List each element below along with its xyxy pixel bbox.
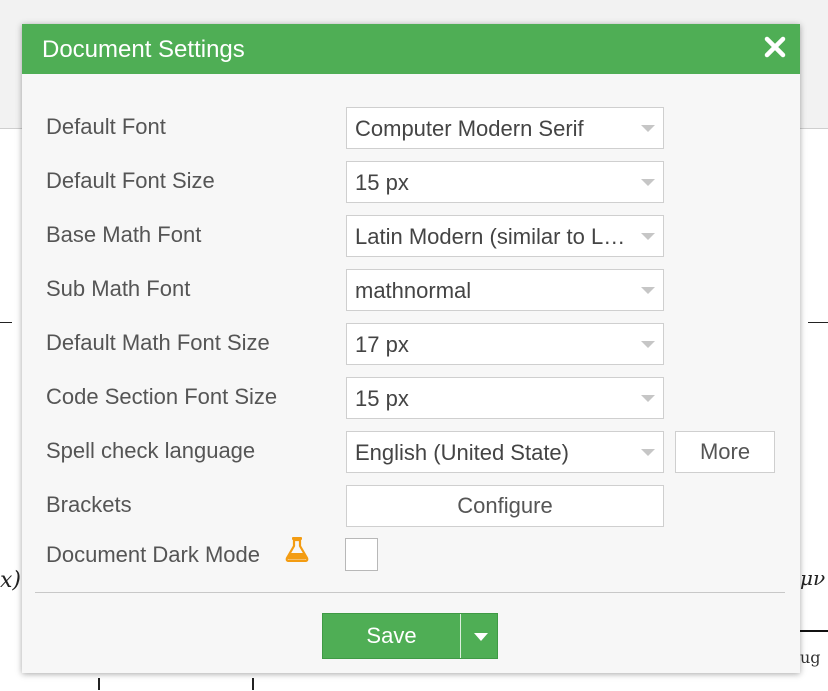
code-section-font-size-select[interactable]: 15 px	[346, 377, 664, 419]
default-font-label: Default Font	[46, 114, 166, 139]
background-math-fragment-right: μν	[800, 566, 826, 590]
brackets-configure-button[interactable]: Configure	[346, 485, 664, 527]
default-font-size-value: 15 px	[355, 170, 409, 195]
default-font-select[interactable]: Computer Modern Serif	[346, 107, 664, 149]
chevron-down-icon	[641, 179, 655, 186]
document-dark-mode-checkbox[interactable]	[345, 538, 378, 571]
chevron-down-icon	[641, 233, 655, 240]
background-math-fragment: x)	[0, 568, 21, 593]
background-rule-left	[0, 322, 12, 323]
default-math-font-size-label: Default Math Font Size	[46, 330, 270, 355]
default-font-size-label: Default Font Size	[46, 168, 215, 193]
default-math-font-size-select[interactable]: 17 px	[346, 323, 664, 365]
code-section-font-size-label: Code Section Font Size	[46, 384, 278, 409]
dialog-title: Document Settings	[42, 36, 245, 63]
spell-check-language-label: Spell check language	[46, 438, 256, 463]
close-icon[interactable]	[762, 34, 788, 60]
chevron-down-icon	[641, 125, 655, 132]
spell-check-more-button[interactable]: More	[675, 431, 775, 473]
base-math-font-select[interactable]: Latin Modern (similar to L…	[346, 215, 664, 257]
chevron-down-icon	[641, 341, 655, 348]
background-text-fragment: ug	[800, 648, 821, 667]
document-dark-mode-label: Document Dark Mode	[46, 542, 260, 567]
caret-down-icon	[474, 633, 488, 641]
sub-math-font-value: mathnormal	[355, 278, 472, 303]
spell-check-language-select[interactable]: English (United State)	[346, 431, 664, 473]
divider	[35, 592, 785, 593]
code-section-font-size-value: 15 px	[355, 386, 409, 411]
spell-check-language-value: English (United State)	[355, 440, 569, 465]
default-font-value: Computer Modern Serif	[355, 116, 584, 141]
brackets-label: Brackets	[46, 492, 132, 517]
default-math-font-size-value: 17 px	[355, 332, 409, 357]
save-button-group: Save	[322, 613, 498, 659]
background-rule-right	[808, 322, 828, 323]
chevron-down-icon	[641, 395, 655, 402]
background-tick	[98, 678, 100, 690]
save-options-dropdown-button[interactable]	[461, 614, 497, 658]
chevron-down-icon	[641, 287, 655, 294]
default-font-size-select[interactable]: 15 px	[346, 161, 664, 203]
sub-math-font-select[interactable]: mathnormal	[346, 269, 664, 311]
dialog-header: Document Settings	[22, 24, 800, 74]
document-settings-dialog: Document Settings Default Font Computer …	[22, 24, 800, 673]
sub-math-font-label: Sub Math Font	[46, 276, 191, 301]
base-math-font-value: Latin Modern (similar to L…	[355, 224, 626, 249]
flask-icon	[285, 536, 309, 563]
base-math-font-label: Base Math Font	[46, 222, 202, 247]
chevron-down-icon	[641, 449, 655, 456]
background-tick	[252, 678, 254, 690]
save-button[interactable]: Save	[323, 614, 460, 658]
background-rule	[796, 630, 828, 632]
